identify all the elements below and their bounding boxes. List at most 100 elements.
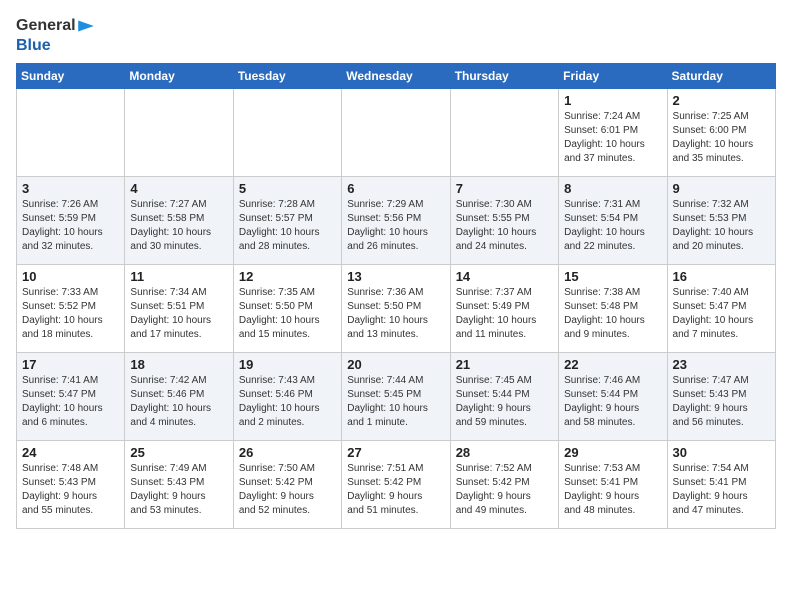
day-number: 20 bbox=[347, 357, 444, 372]
calendar-cell bbox=[125, 89, 233, 177]
calendar-cell: 2 Sunrise: 7:25 AM Sunset: 6:00 PM Daylig… bbox=[667, 89, 775, 177]
day-number: 27 bbox=[347, 445, 444, 460]
calendar-cell: 11 Sunrise: 7:34 AM Sunset: 5:51 PM Dayli… bbox=[125, 265, 233, 353]
day-number: 16 bbox=[673, 269, 770, 284]
calendar-cell bbox=[450, 89, 558, 177]
calendar-cell: 13 Sunrise: 7:36 AM Sunset: 5:50 PM Dayli… bbox=[342, 265, 450, 353]
calendar-cell: 14Sunrise: 7:37 AM Sunset: 5:49 PM Dayli… bbox=[450, 265, 558, 353]
day-info: Sunrise: 7:52 AM Sunset: 5:42 PM Dayligh… bbox=[456, 462, 553, 518]
day-number: 28 bbox=[456, 445, 553, 460]
weekday-header-friday: Friday bbox=[559, 64, 667, 89]
day-number: 18 bbox=[130, 357, 227, 372]
day-info: Sunrise: 7:41 AM Sunset: 5:47 PM Dayligh… bbox=[22, 374, 119, 430]
calendar-cell: 24 Sunrise: 7:48 AM Sunset: 5:43 PM Dayli… bbox=[17, 441, 125, 529]
day-number: 12 bbox=[239, 269, 336, 284]
day-info: Sunrise: 7:35 AM Sunset: 5:50 PM Dayligh… bbox=[239, 286, 336, 342]
calendar-cell bbox=[17, 89, 125, 177]
calendar-week-row: 17 Sunrise: 7:41 AM Sunset: 5:47 PM Dayli… bbox=[17, 353, 776, 441]
calendar-cell: 20 Sunrise: 7:44 AM Sunset: 5:45 PM Dayli… bbox=[342, 353, 450, 441]
day-number: 10 bbox=[22, 269, 119, 284]
weekday-header-row: SundayMondayTuesdayWednesdayThursdayFrid… bbox=[17, 64, 776, 89]
day-number: 25 bbox=[130, 445, 227, 460]
day-info: Sunrise: 7:26 AM Sunset: 5:59 PM Dayligh… bbox=[22, 198, 119, 254]
day-info: Sunrise: 7:48 AM Sunset: 5:43 PM Dayligh… bbox=[22, 462, 119, 518]
day-info: Sunrise: 7:31 AM Sunset: 5:54 PM Dayligh… bbox=[564, 198, 661, 254]
day-info: Sunrise: 7:29 AM Sunset: 5:56 PM Dayligh… bbox=[347, 198, 444, 254]
calendar-cell: 28 Sunrise: 7:52 AM Sunset: 5:42 PM Dayli… bbox=[450, 441, 558, 529]
calendar-cell: 8 Sunrise: 7:31 AM Sunset: 5:54 PM Daylig… bbox=[559, 177, 667, 265]
calendar-cell: 17 Sunrise: 7:41 AM Sunset: 5:47 PM Dayli… bbox=[17, 353, 125, 441]
day-info: Sunrise: 7:36 AM Sunset: 5:50 PM Dayligh… bbox=[347, 286, 444, 342]
day-number: 11 bbox=[130, 269, 227, 284]
calendar-week-row: 3Sunrise: 7:26 AM Sunset: 5:59 PM Daylig… bbox=[17, 177, 776, 265]
logo-arrow-icon bbox=[76, 16, 96, 36]
day-info: Sunrise: 7:38 AM Sunset: 5:48 PM Dayligh… bbox=[564, 286, 661, 342]
day-info: Sunrise: 7:53 AM Sunset: 5:41 PM Dayligh… bbox=[564, 462, 661, 518]
calendar-cell: 27 Sunrise: 7:51 AM Sunset: 5:42 PM Dayli… bbox=[342, 441, 450, 529]
calendar-cell: 3Sunrise: 7:26 AM Sunset: 5:59 PM Daylig… bbox=[17, 177, 125, 265]
calendar-cell: 5 Sunrise: 7:28 AM Sunset: 5:57 PM Daylig… bbox=[233, 177, 341, 265]
day-number: 26 bbox=[239, 445, 336, 460]
day-number: 17 bbox=[22, 357, 119, 372]
day-info: Sunrise: 7:24 AM Sunset: 6:01 PM Dayligh… bbox=[564, 110, 661, 166]
weekday-header-wednesday: Wednesday bbox=[342, 64, 450, 89]
calendar-cell: 10 Sunrise: 7:33 AM Sunset: 5:52 PM Dayli… bbox=[17, 265, 125, 353]
day-info: Sunrise: 7:25 AM Sunset: 6:00 PM Dayligh… bbox=[673, 110, 770, 166]
page-header: General Blue bbox=[16, 16, 776, 55]
calendar-cell: 1 Sunrise: 7:24 AM Sunset: 6:01 PM Daylig… bbox=[559, 89, 667, 177]
calendar-cell: 21 Sunrise: 7:45 AM Sunset: 5:44 PM Dayli… bbox=[450, 353, 558, 441]
day-info: Sunrise: 7:32 AM Sunset: 5:53 PM Dayligh… bbox=[673, 198, 770, 254]
logo: General Blue bbox=[16, 16, 96, 55]
day-info: Sunrise: 7:37 AM Sunset: 5:49 PM Dayligh… bbox=[456, 286, 553, 342]
day-number: 1 bbox=[564, 93, 661, 108]
day-info: Sunrise: 7:50 AM Sunset: 5:42 PM Dayligh… bbox=[239, 462, 336, 518]
calendar-table: SundayMondayTuesdayWednesdayThursdayFrid… bbox=[16, 63, 776, 529]
calendar-week-row: 24 Sunrise: 7:48 AM Sunset: 5:43 PM Dayli… bbox=[17, 441, 776, 529]
calendar-cell: 9 Sunrise: 7:32 AM Sunset: 5:53 PM Daylig… bbox=[667, 177, 775, 265]
logo-blue: Blue bbox=[16, 36, 96, 55]
calendar-cell: 18 Sunrise: 7:42 AM Sunset: 5:46 PM Dayli… bbox=[125, 353, 233, 441]
day-info: Sunrise: 7:45 AM Sunset: 5:44 PM Dayligh… bbox=[456, 374, 553, 430]
day-number: 9 bbox=[673, 181, 770, 196]
calendar-cell bbox=[233, 89, 341, 177]
day-info: Sunrise: 7:40 AM Sunset: 5:47 PM Dayligh… bbox=[673, 286, 770, 342]
calendar-cell: 25Sunrise: 7:49 AM Sunset: 5:43 PM Dayli… bbox=[125, 441, 233, 529]
day-number: 23 bbox=[673, 357, 770, 372]
calendar-cell: 26 Sunrise: 7:50 AM Sunset: 5:42 PM Dayli… bbox=[233, 441, 341, 529]
weekday-header-saturday: Saturday bbox=[667, 64, 775, 89]
weekday-header-monday: Monday bbox=[125, 64, 233, 89]
day-number: 13 bbox=[347, 269, 444, 284]
day-number: 8 bbox=[564, 181, 661, 196]
calendar-cell: 6 Sunrise: 7:29 AM Sunset: 5:56 PM Daylig… bbox=[342, 177, 450, 265]
day-info: Sunrise: 7:34 AM Sunset: 5:51 PM Dayligh… bbox=[130, 286, 227, 342]
day-info: Sunrise: 7:44 AM Sunset: 5:45 PM Dayligh… bbox=[347, 374, 444, 430]
day-number: 6 bbox=[347, 181, 444, 196]
day-number: 30 bbox=[673, 445, 770, 460]
logo-general: General bbox=[16, 16, 76, 35]
calendar-cell: 4Sunrise: 7:27 AM Sunset: 5:58 PM Daylig… bbox=[125, 177, 233, 265]
calendar-cell: 23Sunrise: 7:47 AM Sunset: 5:43 PM Dayli… bbox=[667, 353, 775, 441]
day-info: Sunrise: 7:30 AM Sunset: 5:55 PM Dayligh… bbox=[456, 198, 553, 254]
day-number: 5 bbox=[239, 181, 336, 196]
calendar-cell: 22Sunrise: 7:46 AM Sunset: 5:44 PM Dayli… bbox=[559, 353, 667, 441]
day-number: 29 bbox=[564, 445, 661, 460]
day-number: 7 bbox=[456, 181, 553, 196]
day-number: 2 bbox=[673, 93, 770, 108]
day-number: 22 bbox=[564, 357, 661, 372]
weekday-header-tuesday: Tuesday bbox=[233, 64, 341, 89]
day-number: 24 bbox=[22, 445, 119, 460]
day-info: Sunrise: 7:42 AM Sunset: 5:46 PM Dayligh… bbox=[130, 374, 227, 430]
day-number: 15 bbox=[564, 269, 661, 284]
day-info: Sunrise: 7:51 AM Sunset: 5:42 PM Dayligh… bbox=[347, 462, 444, 518]
day-info: Sunrise: 7:27 AM Sunset: 5:58 PM Dayligh… bbox=[130, 198, 227, 254]
calendar-week-row: 10 Sunrise: 7:33 AM Sunset: 5:52 PM Dayli… bbox=[17, 265, 776, 353]
day-info: Sunrise: 7:28 AM Sunset: 5:57 PM Dayligh… bbox=[239, 198, 336, 254]
day-number: 21 bbox=[456, 357, 553, 372]
calendar-cell: 12 Sunrise: 7:35 AM Sunset: 5:50 PM Dayli… bbox=[233, 265, 341, 353]
calendar-cell: 7 Sunrise: 7:30 AM Sunset: 5:55 PM Daylig… bbox=[450, 177, 558, 265]
calendar-cell: 15 Sunrise: 7:38 AM Sunset: 5:48 PM Dayli… bbox=[559, 265, 667, 353]
weekday-header-thursday: Thursday bbox=[450, 64, 558, 89]
calendar-cell: 16 Sunrise: 7:40 AM Sunset: 5:47 PM Dayli… bbox=[667, 265, 775, 353]
day-info: Sunrise: 7:33 AM Sunset: 5:52 PM Dayligh… bbox=[22, 286, 119, 342]
calendar-cell: 19Sunrise: 7:43 AM Sunset: 5:46 PM Dayli… bbox=[233, 353, 341, 441]
